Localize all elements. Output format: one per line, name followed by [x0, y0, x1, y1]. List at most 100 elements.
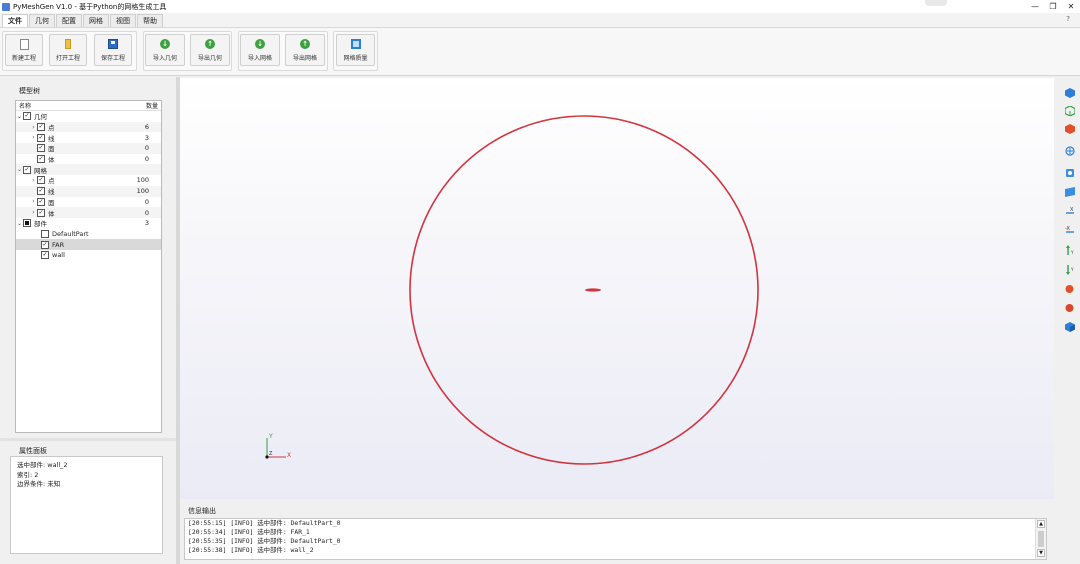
neg-x-axis-view-icon[interactable]: -X [1064, 224, 1075, 235]
cube-solid-icon[interactable] [1064, 87, 1075, 98]
import-mesh-button[interactable]: ↓ 导入网格 [240, 34, 280, 66]
tree-node-part-wall[interactable]: ✓ wall [16, 250, 161, 261]
open-project-button[interactable]: 打开工程 [49, 34, 87, 66]
export-arrow-icon: ↑ [300, 39, 311, 50]
z-axis-red-icon[interactable] [1064, 283, 1075, 294]
tree-node-parts[interactable]: ⌄ 部件 3 [16, 218, 161, 229]
model-tree[interactable]: 名称 数量 ⌄ ✓ 几何 › ✓ 点 6 › ✓ 线 3 ✓ 面 0 ✓ 体 0… [15, 100, 162, 433]
tree-node-mesh-faces[interactable]: › ✓ 面 0 [16, 197, 161, 208]
mesh-quality-button[interactable]: 网格质量 [336, 34, 375, 66]
tree-node-part-defaultpart[interactable]: DefaultPart [16, 229, 161, 240]
prop-index: 索引: 2 [17, 470, 39, 479]
tree-col-count: 数量 [145, 103, 158, 110]
axis-y-label: Y [268, 433, 273, 440]
menu-bar: 文件 几何 配置 网格 视图 帮助 ? [0, 13, 1080, 28]
scroll-down-icon[interactable]: ▼ [1037, 549, 1045, 557]
output-scrollbar[interactable]: ▲ ▼ [1035, 519, 1046, 559]
properties-title: 属性面板 [19, 447, 47, 455]
log-line: [20:55:35] [INFO] 选中部件: DefaultPart_0 [188, 537, 341, 545]
log-line: [20:55:15] [INFO] 选中部件: DefaultPart_0 [188, 519, 341, 527]
ribbon-toolbar: 新建工程 打开工程 保存工程 ↓ 导入几何 ↑ 导出几何 ↓ 导入网格 ↑ 导出… [0, 28, 1080, 76]
title-search-pill[interactable] [925, 0, 947, 6]
tree-node-mesh[interactable]: ⌄ ✓ 网格 [16, 164, 161, 176]
expand-chevron-icon[interactable]: ⌄ [16, 166, 23, 173]
tree-node-geometry-lines[interactable]: › ✓ 线 3 [16, 132, 161, 143]
output-log[interactable]: [20:55:15] [INFO] 选中部件: DefaultPart_0 [2… [184, 518, 1047, 560]
far-field-circle [409, 115, 759, 465]
save-disk-icon [108, 39, 119, 50]
rotate-view-icon[interactable] [1064, 167, 1075, 178]
collapse-chevron-icon[interactable]: › [30, 177, 37, 184]
tree-checkbox[interactable]: ✓ [37, 133, 45, 142]
expand-chevron-icon[interactable]: ⌄ [16, 113, 23, 120]
export-arrow-icon: ↑ [205, 39, 216, 50]
y-axis-down-icon[interactable]: Y [1064, 264, 1075, 275]
tree-checkbox[interactable]: ✓ [41, 240, 49, 249]
svg-text:-X: -X [1065, 226, 1071, 232]
svg-text:X: X [1070, 207, 1074, 213]
maximize-button[interactable]: ❐ [1044, 0, 1062, 13]
tab-mesh[interactable]: 网格 [83, 14, 109, 27]
tree-node-geometry-faces[interactable]: ✓ 面 0 [16, 143, 161, 154]
save-project-button[interactable]: 保存工程 [94, 34, 132, 66]
tree-header: 名称 数量 [16, 101, 161, 111]
expand-chevron-icon[interactable]: ⌄ [16, 220, 23, 227]
prop-selected-part: 选中部件: wall_2 [17, 461, 68, 469]
minimize-button[interactable]: — [1026, 0, 1044, 13]
tree-checkbox-partial[interactable] [23, 219, 31, 228]
scroll-up-icon[interactable]: ▲ [1037, 520, 1045, 528]
tree-node-part-far[interactable]: ✓ FAR [16, 239, 161, 250]
tab-config[interactable]: 配置 [56, 14, 82, 27]
panel-splitter[interactable] [0, 438, 176, 441]
window-title: PyMeshGen V1.0 - 基于Python的网格生成工具 [13, 2, 167, 11]
app-logo-icon [2, 2, 10, 11]
neg-z-axis-red-icon[interactable] [1064, 302, 1075, 313]
export-mesh-button[interactable]: ↑ 导出网格 [285, 34, 325, 66]
collapse-chevron-icon[interactable]: › [30, 124, 37, 131]
tree-checkbox[interactable]: ✓ [41, 251, 49, 260]
tree-checkbox[interactable]: ✓ [37, 144, 45, 153]
tab-view[interactable]: 视图 [110, 14, 136, 27]
y-axis-up-icon[interactable]: Y [1064, 244, 1075, 255]
tree-checkbox[interactable]: ✓ [37, 123, 45, 132]
collapse-chevron-icon[interactable]: › [30, 134, 37, 141]
log-line: [20:55:34] [INFO] 选中部件: FAR_1 [188, 528, 310, 536]
tree-node-mesh-lines[interactable]: ✓ 线 100 [16, 185, 161, 197]
close-button[interactable]: ✕ [1062, 0, 1080, 13]
tree-checkbox[interactable]: ✓ [23, 112, 31, 121]
cube-red-icon[interactable] [1064, 123, 1075, 134]
tree-node-mesh-points[interactable]: › ✓ 点 100 [16, 175, 161, 186]
zoom-fit-icon[interactable] [1064, 145, 1075, 156]
tab-geometry[interactable]: 几何 [29, 14, 55, 27]
tab-file[interactable]: 文件 [2, 14, 28, 27]
mesh-grid-icon [350, 39, 361, 50]
tab-help[interactable]: 帮助 [137, 14, 163, 27]
scroll-thumb[interactable] [1038, 531, 1044, 547]
help-icon[interactable]: ? [1066, 15, 1070, 23]
tree-node-geometry-bodies[interactable]: ✓ 体 0 [16, 154, 161, 165]
tree-checkbox[interactable]: ✓ [23, 165, 31, 174]
tree-node-geometry[interactable]: ⌄ ✓ 几何 [16, 111, 161, 122]
tree-node-geometry-points[interactable]: › ✓ 点 6 [16, 121, 161, 133]
tree-checkbox[interactable]: ✓ [37, 197, 45, 206]
x-axis-view-icon[interactable]: X [1064, 205, 1075, 216]
export-geometry-button[interactable]: ↑ 导出几何 [190, 34, 230, 66]
import-geometry-button[interactable]: ↓ 导入几何 [145, 34, 185, 66]
iso-view-icon[interactable] [1064, 321, 1075, 332]
new-project-button[interactable]: 新建工程 [5, 34, 43, 66]
collapse-chevron-icon[interactable]: › [30, 209, 37, 216]
tree-checkbox[interactable]: ✓ [37, 208, 45, 217]
svg-text:Y: Y [1070, 250, 1074, 255]
tree-node-mesh-bodies[interactable]: › ✓ 体 0 [16, 207, 161, 218]
tree-checkbox[interactable]: ✓ [37, 176, 45, 185]
3d-viewport[interactable]: Y Z X [180, 78, 1054, 499]
collapse-chevron-icon[interactable]: › [30, 198, 37, 205]
front-view-icon[interactable] [1064, 186, 1075, 197]
axis-z-label: Z [269, 451, 273, 457]
tree-checkbox[interactable]: ✓ [37, 155, 45, 164]
airfoil-wall [585, 288, 601, 292]
tree-checkbox[interactable] [41, 229, 49, 238]
tree-checkbox[interactable]: ✓ [37, 187, 45, 196]
viewport-canvas: Y Z X [265, 115, 759, 465]
cube-wire-icon[interactable] [1064, 105, 1075, 116]
